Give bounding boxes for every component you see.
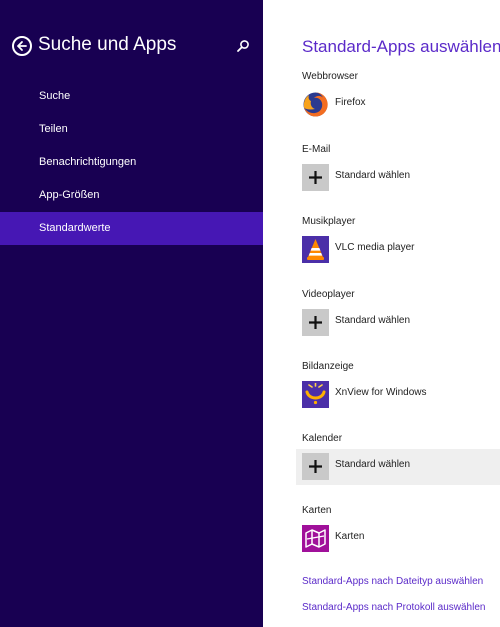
sidebar-nav: Suche Teilen Benachrichtigungen App-Größ… [0, 80, 263, 245]
section-title: Standard-Apps auswählen [302, 37, 500, 56]
back-button[interactable] [12, 36, 32, 56]
kalender-app-name: Standard wählen [335, 459, 411, 470]
karten-app-button[interactable]: Karten [296, 521, 500, 557]
sidebar-item-suche[interactable]: Suche [0, 80, 263, 113]
email-app-name: Standard wählen [335, 170, 411, 181]
plus-icon [302, 309, 329, 336]
videoplayer-app-name: Standard wählen [335, 315, 411, 326]
maps-icon [302, 525, 329, 552]
search-button[interactable] [236, 39, 250, 53]
karten-app-name: Karten [335, 531, 365, 542]
vlc-icon [302, 236, 329, 263]
search-icon [237, 40, 249, 52]
dateityp-link[interactable]: Standard-Apps nach Dateityp auswählen [302, 576, 483, 587]
bildanzeige-label: Bildanzeige [302, 361, 354, 372]
email-app-button[interactable]: Standard wählen [296, 160, 500, 196]
sidebar-item-standardwerte[interactable]: Standardwerte [0, 212, 263, 245]
karten-label: Karten [302, 505, 332, 516]
videoplayer-app-button[interactable]: Standard wählen [296, 305, 500, 341]
xnview-icon [302, 381, 329, 408]
webbrowser-app-button[interactable]: Firefox [296, 87, 500, 123]
webbrowser-label: Webbrowser [302, 71, 358, 82]
page-title: Suche und Apps [38, 34, 177, 55]
kalender-app-button[interactable]: Standard wählen [296, 449, 500, 485]
sidebar-item-teilen[interactable]: Teilen [0, 113, 263, 146]
videoplayer-label: Videoplayer [302, 289, 355, 300]
main-content: Standard-Apps auswählen Webbrowser Firef… [263, 0, 500, 627]
email-label: E-Mail [302, 144, 331, 155]
plus-icon [302, 164, 329, 191]
webbrowser-app-name: Firefox [335, 97, 366, 108]
sidebar-item-benachrichtigungen[interactable]: Benachrichtigungen [0, 146, 263, 179]
musikplayer-label: Musikplayer [302, 216, 356, 227]
sidebar-item-app-groessen[interactable]: App-Größen [0, 179, 263, 212]
protokoll-link[interactable]: Standard-Apps nach Protokoll auswählen [302, 602, 485, 613]
kalender-label: Kalender [302, 433, 343, 444]
back-arrow-icon [17, 41, 27, 51]
musikplayer-app-button[interactable]: VLC media player [296, 232, 500, 268]
bildanzeige-app-name: XnView for Windows [335, 387, 427, 398]
sidebar: Suche und Apps Suche Teilen Benachrichti… [0, 0, 263, 627]
bildanzeige-app-button[interactable]: XnView for Windows [296, 377, 500, 413]
plus-icon [302, 453, 329, 480]
musikplayer-app-name: VLC media player [335, 242, 415, 253]
firefox-icon [302, 91, 329, 118]
